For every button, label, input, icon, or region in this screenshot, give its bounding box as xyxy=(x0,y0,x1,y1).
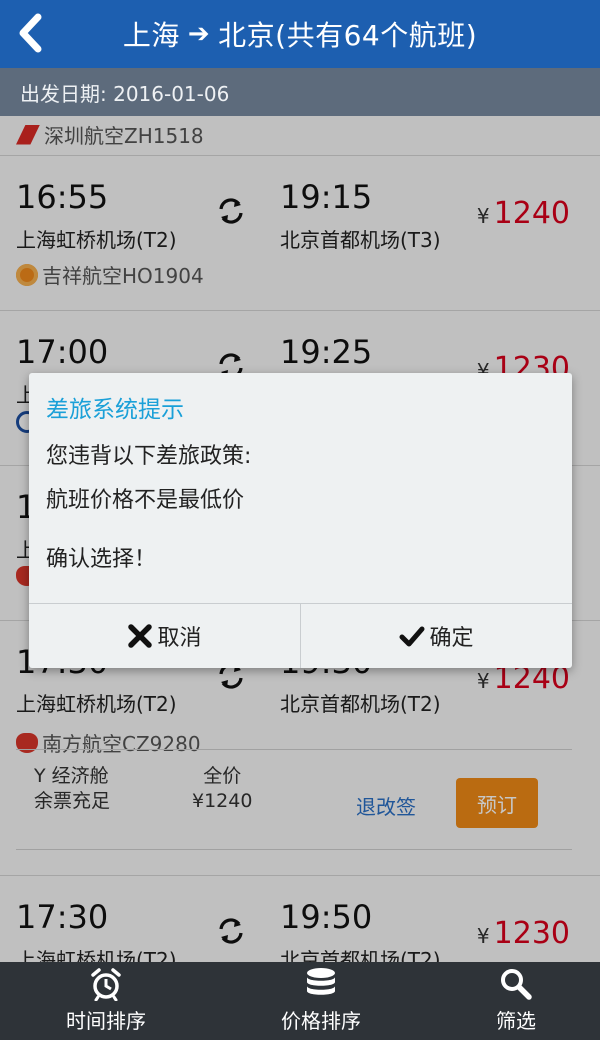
dialog-title: 差旅系统提示 xyxy=(46,397,184,423)
tab-filter[interactable]: 筛选 xyxy=(456,962,576,1040)
dialog-actions: 取消 确定 xyxy=(29,603,572,668)
policy-warning-dialog: 差旅系统提示 您违背以下差旅政策: 航班价格不是最低价 确认选择！ 取消 确定 xyxy=(29,373,572,668)
departure-date-bar: 出发日期: 2016-01-06 xyxy=(0,68,600,116)
close-icon xyxy=(128,624,153,648)
chevron-left-icon xyxy=(19,13,42,53)
dialog-confirm-prompt: 确认选择！ xyxy=(46,547,157,572)
database-icon xyxy=(307,968,335,995)
departure-date-label: 出发日期: 2016-01-06 xyxy=(20,81,230,106)
check-icon xyxy=(399,626,425,647)
tab-label: 时间排序 xyxy=(66,1009,146,1033)
destination-summary: 北京(共有64个航班) xyxy=(218,19,478,52)
cancel-button[interactable]: 取消 xyxy=(29,604,300,668)
search-icon xyxy=(501,969,532,1000)
page-title: 上海 ➔ 北京(共有64个航班) xyxy=(123,14,477,54)
back-button[interactable] xyxy=(10,10,50,56)
origin-city: 上海 xyxy=(122,19,180,52)
tab-sort-by-price[interactable]: 价格排序 xyxy=(261,962,381,1040)
tab-label: 筛选 xyxy=(496,1009,536,1033)
dialog-policy-item: 航班价格不是最低价 xyxy=(46,488,245,513)
confirm-button[interactable]: 确定 xyxy=(300,604,572,668)
app-header: 上海 ➔ 北京(共有64个航班) xyxy=(0,0,600,68)
bottom-tab-bar: 时间排序 价格排序 筛选 xyxy=(0,962,600,1040)
arrow-right-icon: ➔ xyxy=(187,19,211,49)
cancel-label: 取消 xyxy=(157,626,202,651)
confirm-label: 确定 xyxy=(429,626,474,651)
tab-sort-by-time[interactable]: 时间排序 xyxy=(46,962,166,1040)
tab-label: 价格排序 xyxy=(281,1009,361,1033)
alarm-clock-icon xyxy=(91,968,121,1001)
dialog-message: 您违背以下差旅政策: xyxy=(46,444,252,469)
